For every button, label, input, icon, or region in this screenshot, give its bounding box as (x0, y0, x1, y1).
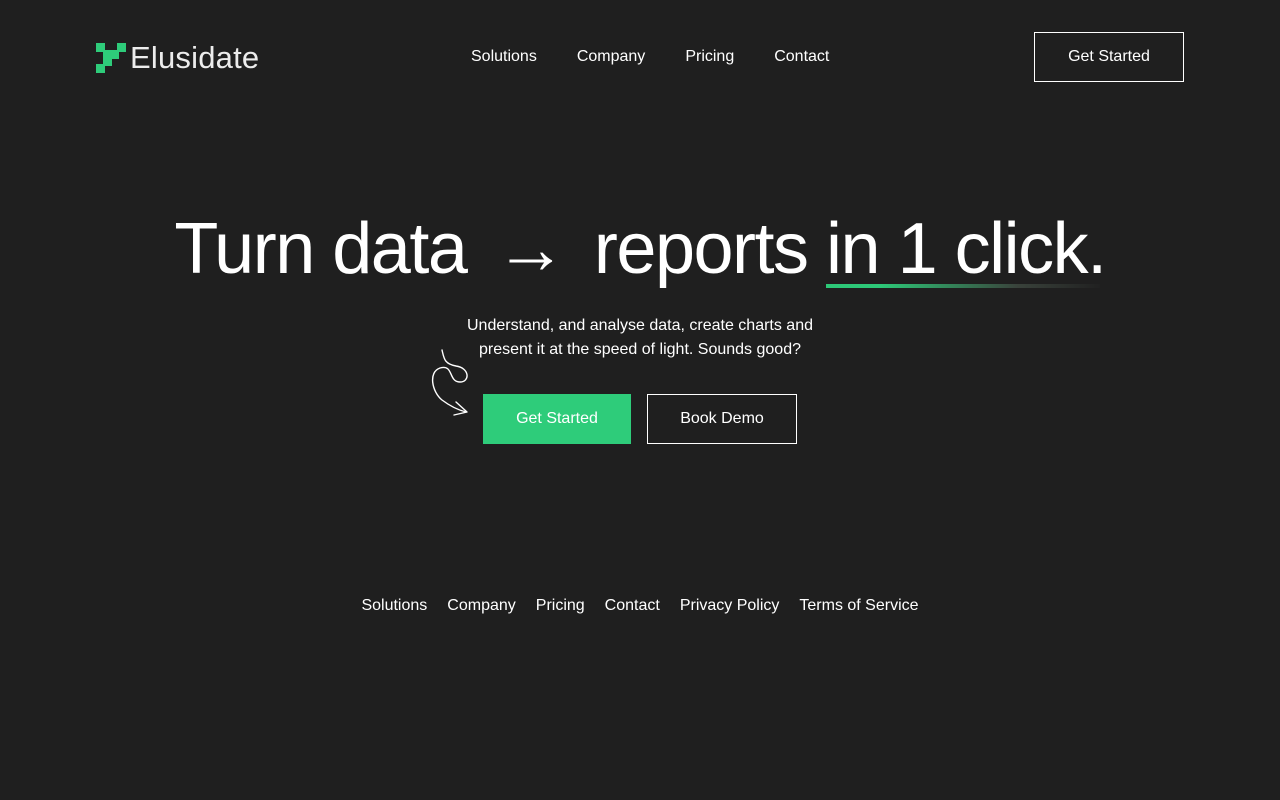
main-nav: Solutions Company Pricing Contact (471, 45, 829, 69)
hero-title: Turn data → reports in 1 click. (0, 204, 1280, 294)
landing-page: Elusidate Solutions Company Pricing Cont… (0, 0, 1280, 800)
pixel-mark-icon (96, 43, 126, 73)
hero-get-started-button[interactable]: Get Started (483, 394, 631, 444)
footer-nav: Solutions Company Pricing Contact Privac… (0, 594, 1280, 618)
footer-link-pricing[interactable]: Pricing (536, 594, 585, 618)
header-get-started-button[interactable]: Get Started (1034, 32, 1184, 82)
brand-name: Elusidate (130, 40, 260, 75)
footer-link-solutions[interactable]: Solutions (361, 594, 427, 618)
right-arrow-icon: → (494, 209, 567, 289)
curly-arrow-icon (432, 349, 468, 416)
nav-link-pricing[interactable]: Pricing (685, 45, 734, 69)
nav-link-contact[interactable]: Contact (774, 45, 829, 69)
nav-link-solutions[interactable]: Solutions (471, 45, 537, 69)
footer-link-privacy-policy[interactable]: Privacy Policy (680, 594, 780, 618)
brand-logo[interactable]: Elusidate (96, 40, 259, 76)
hero-title-part2: reports (593, 209, 809, 289)
footer-link-terms-of-service[interactable]: Terms of Service (799, 594, 918, 618)
nav-link-company[interactable]: Company (577, 45, 645, 69)
hero-title-highlight: in 1 click. (826, 204, 1107, 294)
hero-subtitle: Understand, and analyse data, create cha… (467, 317, 813, 358)
footer-link-contact[interactable]: Contact (605, 594, 660, 618)
book-demo-button[interactable]: Book Demo (647, 394, 797, 444)
footer-link-company[interactable]: Company (447, 594, 515, 618)
hero-title-part1: Turn data (174, 209, 468, 289)
